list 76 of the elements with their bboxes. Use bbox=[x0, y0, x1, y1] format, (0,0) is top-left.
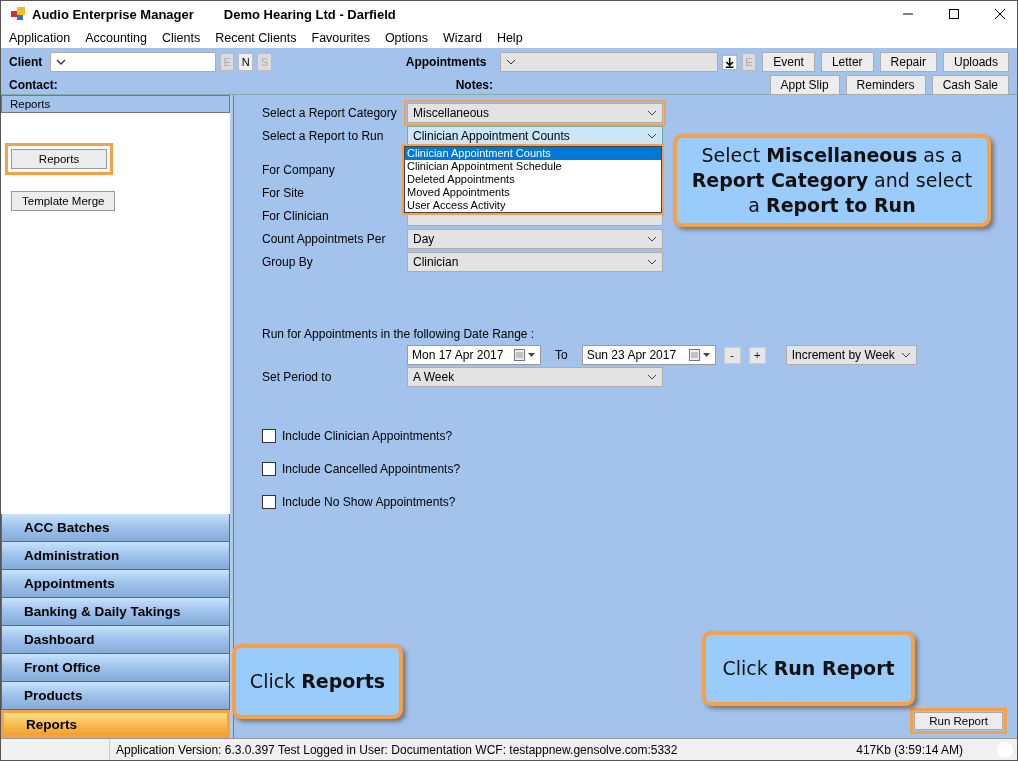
field-label: For Company bbox=[262, 162, 336, 177]
checkbox[interactable] bbox=[262, 461, 276, 476]
date-field[interactable]: Mon 17 Apr 2017 bbox=[407, 345, 541, 365]
callout: Click Run Report bbox=[702, 631, 915, 706]
checkbox-label: Include Cancelled Appointments? bbox=[282, 461, 461, 476]
checkbox-label: Include Clinician Appointments? bbox=[282, 428, 453, 443]
status-text: Application Version: 6.3.0.397 Test Logged in User: Documentation WCF: testappnew.gensolve.com:5332 bbox=[115, 742, 679, 757]
appointments-label: Appointments bbox=[405, 55, 487, 69]
nav-item[interactable]: Banking & Daily Takings bbox=[1, 598, 230, 626]
field-label: Run for Appointments in the following Date Range : bbox=[262, 327, 536, 341]
toolbar-button[interactable]: Uploads bbox=[942, 52, 1009, 72]
step-button[interactable]: - bbox=[723, 346, 741, 364]
contact-label: Contact: bbox=[9, 78, 58, 92]
calendar-icon[interactable] bbox=[688, 349, 711, 361]
field-label: Set Period to bbox=[262, 369, 333, 384]
calendar-icon[interactable] bbox=[514, 349, 536, 361]
run-report-button[interactable]: Run Report bbox=[914, 712, 1003, 730]
app-icon bbox=[10, 6, 26, 22]
menu-item[interactable]: Accounting bbox=[85, 30, 147, 45]
toolbar-button[interactable]: Letter bbox=[820, 52, 874, 72]
dropdown-option[interactable]: User Access Activity bbox=[405, 199, 661, 212]
sidebar-button[interactable]: Reports bbox=[11, 149, 107, 169]
to-label: To bbox=[555, 348, 568, 362]
menu-item[interactable]: Help bbox=[496, 30, 523, 45]
toolbar-button[interactable]: Cash Sale bbox=[931, 75, 1009, 95]
dropdown-option[interactable]: Deleted Appointments bbox=[405, 173, 661, 186]
nav-item[interactable]: Dashboard bbox=[1, 626, 230, 654]
dropdown-field[interactable]: A Week bbox=[407, 366, 663, 387]
step-button[interactable]: + bbox=[748, 346, 766, 364]
dropdown-field[interactable]: Clinician Appointment Counts bbox=[407, 125, 663, 146]
dropdown-option[interactable]: Clinician Appointment Schedule bbox=[405, 160, 661, 173]
menu-item[interactable]: Application bbox=[9, 30, 71, 45]
menu-item[interactable]: Wizard bbox=[443, 30, 482, 45]
nav-item[interactable]: Appointments bbox=[1, 570, 230, 598]
dropdown-option[interactable]: Clinician Appointment Counts bbox=[405, 147, 661, 160]
close-icon[interactable] bbox=[995, 9, 1005, 19]
menu-item[interactable]: Recent Clients bbox=[215, 30, 297, 45]
dropdown-option[interactable]: Moved Appointments bbox=[405, 186, 661, 199]
field-label: Count Appointmets Per bbox=[262, 231, 387, 246]
field-label: Select a Report Category bbox=[262, 105, 398, 120]
date-field[interactable]: Sun 23 Apr 2017 bbox=[581, 345, 716, 365]
field-label: For Clinician bbox=[262, 208, 330, 223]
menu-item[interactable]: Favourites bbox=[311, 30, 370, 45]
nav-item[interactable]: Administration bbox=[1, 542, 230, 570]
toolbar-button[interactable]: Reminders bbox=[845, 75, 926, 95]
toolbar-button[interactable]: Appt Slip bbox=[769, 75, 840, 95]
nav-item[interactable]: Products bbox=[1, 682, 230, 710]
panel-header: Reports bbox=[1, 95, 230, 113]
callout: Select Miscellaneous as a Report Category and select a Report to Run bbox=[673, 134, 991, 227]
window-title: Audio Enterprise Manager bbox=[32, 6, 194, 22]
sidebar-button[interactable]: Template Merge bbox=[11, 191, 116, 211]
notes-label: Notes: bbox=[455, 78, 493, 92]
small-button[interactable]: N bbox=[238, 53, 254, 71]
field-label: Select a Report to Run bbox=[262, 128, 385, 143]
checkbox-label: Include No Show Appointments? bbox=[282, 494, 456, 509]
menu-item[interactable]: Options bbox=[384, 30, 428, 45]
client-label: Client bbox=[9, 55, 43, 69]
dropdown-field[interactable]: Day bbox=[407, 228, 663, 249]
window-subtitle: Demo Hearing Ltd - Darfield bbox=[223, 6, 396, 22]
callout: Click Reports bbox=[232, 644, 403, 719]
download-icon[interactable] bbox=[722, 53, 738, 71]
nav-item[interactable]: ACC Batches bbox=[1, 514, 230, 542]
dropdown-field[interactable]: Miscellaneous bbox=[407, 102, 663, 123]
dropdown-field[interactable]: Clinician bbox=[407, 251, 663, 272]
nav-item[interactable]: Front Office bbox=[1, 654, 230, 682]
maximize-icon[interactable] bbox=[949, 9, 959, 19]
memory-status: 417Kb (3:59:14 AM) bbox=[856, 742, 964, 757]
toolbar-button[interactable]: Repair bbox=[879, 52, 937, 72]
checkbox[interactable] bbox=[262, 494, 276, 509]
field-label: For Site bbox=[262, 185, 305, 200]
nav-item[interactable]: Reports bbox=[1, 710, 230, 738]
increment-dropdown[interactable]: Increment by Week bbox=[785, 345, 917, 365]
toolbar-button[interactable]: Event bbox=[762, 52, 815, 72]
field-label: Group By bbox=[262, 254, 314, 269]
checkbox[interactable] bbox=[262, 428, 276, 443]
menu-item[interactable]: Clients bbox=[162, 30, 201, 45]
